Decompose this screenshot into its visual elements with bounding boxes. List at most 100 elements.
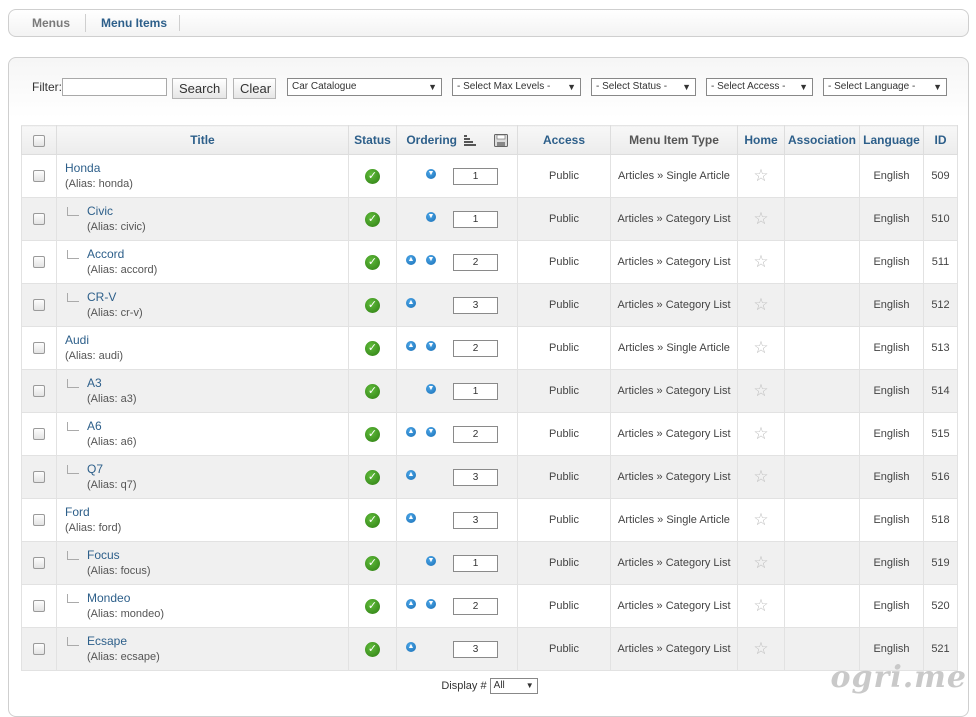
item-title-link[interactable]: Honda xyxy=(65,160,348,176)
order-down-icon[interactable]: ▼ xyxy=(426,212,436,222)
order-down-icon[interactable]: ▼ xyxy=(426,341,436,351)
order-up-icon[interactable]: ▲ xyxy=(406,513,416,523)
published-check-icon[interactable]: ✓ xyxy=(365,426,380,442)
order-up-icon[interactable]: ▲ xyxy=(406,642,416,652)
max-levels-select[interactable]: - Select Max Levels - ▼ xyxy=(452,78,581,96)
order-input[interactable]: 2 xyxy=(453,598,498,615)
row-checkbox[interactable] xyxy=(33,299,45,312)
published-check-icon[interactable]: ✓ xyxy=(365,641,380,657)
published-check-icon[interactable]: ✓ xyxy=(365,469,380,485)
row-checkbox[interactable] xyxy=(33,428,45,441)
col-status[interactable]: Status xyxy=(348,125,397,155)
order-input[interactable]: 1 xyxy=(453,211,498,228)
item-title-link[interactable]: Mondeo xyxy=(87,590,348,606)
filter-search-input[interactable] xyxy=(62,78,167,96)
published-check-icon[interactable]: ✓ xyxy=(365,168,380,184)
order-input[interactable]: 3 xyxy=(453,469,498,486)
star-icon[interactable]: ☆ xyxy=(753,424,768,443)
order-input[interactable]: 2 xyxy=(453,340,498,357)
row-checkbox[interactable] xyxy=(33,514,45,527)
row-checkbox[interactable] xyxy=(33,342,45,355)
col-home[interactable]: Home xyxy=(737,125,785,155)
star-icon[interactable]: ☆ xyxy=(753,639,768,658)
col-id[interactable]: ID xyxy=(923,125,958,155)
star-icon[interactable]: ☆ xyxy=(753,338,768,357)
order-down-icon[interactable]: ▼ xyxy=(426,556,436,566)
order-down-icon[interactable]: ▼ xyxy=(426,427,436,437)
published-check-icon[interactable]: ✓ xyxy=(365,254,380,270)
clear-button[interactable]: Clear xyxy=(233,78,276,99)
item-title-link[interactable]: Ecsape xyxy=(87,633,348,649)
select-all-checkbox[interactable] xyxy=(33,134,45,147)
star-icon[interactable]: ☆ xyxy=(753,596,768,615)
row-checkbox[interactable] xyxy=(33,471,45,484)
row-checkbox[interactable] xyxy=(33,213,45,226)
star-icon[interactable]: ☆ xyxy=(753,553,768,572)
star-icon[interactable]: ☆ xyxy=(753,295,768,314)
published-check-icon[interactable]: ✓ xyxy=(365,297,380,313)
order-input[interactable]: 3 xyxy=(453,512,498,529)
item-title-link[interactable]: Accord xyxy=(87,246,348,262)
item-title-link[interactable]: Q7 xyxy=(87,461,348,477)
order-up-icon[interactable]: ▲ xyxy=(406,599,416,609)
col-access[interactable]: Access xyxy=(517,125,611,155)
published-check-icon[interactable]: ✓ xyxy=(365,340,380,356)
menu-select[interactable]: Car Catalogue ▼ xyxy=(287,78,442,96)
col-title[interactable]: Title xyxy=(56,125,349,155)
item-title-link[interactable]: Civic xyxy=(87,203,348,219)
item-title-link[interactable]: Ford xyxy=(65,504,348,520)
order-input[interactable]: 1 xyxy=(453,168,498,185)
star-icon[interactable]: ☆ xyxy=(753,467,768,486)
published-check-icon[interactable]: ✓ xyxy=(365,598,380,614)
col-ordering-label[interactable]: Ordering xyxy=(406,133,457,147)
access-select[interactable]: - Select Access - ▼ xyxy=(706,78,813,96)
col-language[interactable]: Language xyxy=(859,125,924,155)
order-up-icon[interactable]: ▲ xyxy=(406,470,416,480)
order-input[interactable]: 3 xyxy=(453,641,498,658)
order-up-icon[interactable]: ▲ xyxy=(406,427,416,437)
row-checkbox[interactable] xyxy=(33,557,45,570)
order-up-icon[interactable]: ▲ xyxy=(406,255,416,265)
star-icon[interactable]: ☆ xyxy=(753,510,768,529)
star-icon[interactable]: ☆ xyxy=(753,166,768,185)
order-up-icon[interactable]: ▲ xyxy=(406,341,416,351)
status-select[interactable]: - Select Status - ▼ xyxy=(591,78,696,96)
order-input[interactable]: 3 xyxy=(453,297,498,314)
save-order-icon[interactable] xyxy=(493,134,508,148)
row-checkbox[interactable] xyxy=(33,170,45,183)
item-title-link[interactable]: Focus xyxy=(87,547,348,563)
order-input[interactable]: 1 xyxy=(453,383,498,400)
item-title-link[interactable]: A3 xyxy=(87,375,348,391)
order-input[interactable]: 2 xyxy=(453,254,498,271)
col-association[interactable]: Association xyxy=(784,125,860,155)
row-checkbox[interactable] xyxy=(33,256,45,269)
sort-icon[interactable] xyxy=(464,135,477,147)
published-check-icon[interactable]: ✓ xyxy=(365,555,380,571)
star-icon[interactable]: ☆ xyxy=(753,381,768,400)
row-checkbox[interactable] xyxy=(33,600,45,613)
published-check-icon[interactable]: ✓ xyxy=(365,211,380,227)
order-down-icon[interactable]: ▼ xyxy=(426,169,436,179)
menu-item-type-cell: Articles » Single Article xyxy=(610,326,738,370)
item-title-link[interactable]: Audi xyxy=(65,332,348,348)
published-check-icon[interactable]: ✓ xyxy=(365,383,380,399)
row-checkbox[interactable] xyxy=(33,385,45,398)
order-down-icon[interactable]: ▼ xyxy=(426,384,436,394)
order-down-icon[interactable]: ▼ xyxy=(426,599,436,609)
star-icon[interactable]: ☆ xyxy=(753,209,768,228)
item-title-link[interactable]: A6 xyxy=(87,418,348,434)
published-check-icon[interactable]: ✓ xyxy=(365,512,380,528)
language-select[interactable]: - Select Language - ▼ xyxy=(823,78,947,96)
star-icon[interactable]: ☆ xyxy=(753,252,768,271)
title-wrap: A3 (Alias: a3) xyxy=(65,375,348,407)
order-input[interactable]: 1 xyxy=(453,555,498,572)
row-checkbox[interactable] xyxy=(33,643,45,656)
search-button[interactable]: Search xyxy=(172,78,227,99)
tab-menus[interactable]: Menus xyxy=(32,15,70,31)
item-title-link[interactable]: CR-V xyxy=(87,289,348,305)
order-input[interactable]: 2 xyxy=(453,426,498,443)
order-up-icon[interactable]: ▲ xyxy=(406,298,416,308)
display-limit-select[interactable]: All ▼ xyxy=(489,677,538,694)
tab-menu-items[interactable]: Menu Items xyxy=(101,15,181,31)
order-down-icon[interactable]: ▼ xyxy=(426,255,436,265)
